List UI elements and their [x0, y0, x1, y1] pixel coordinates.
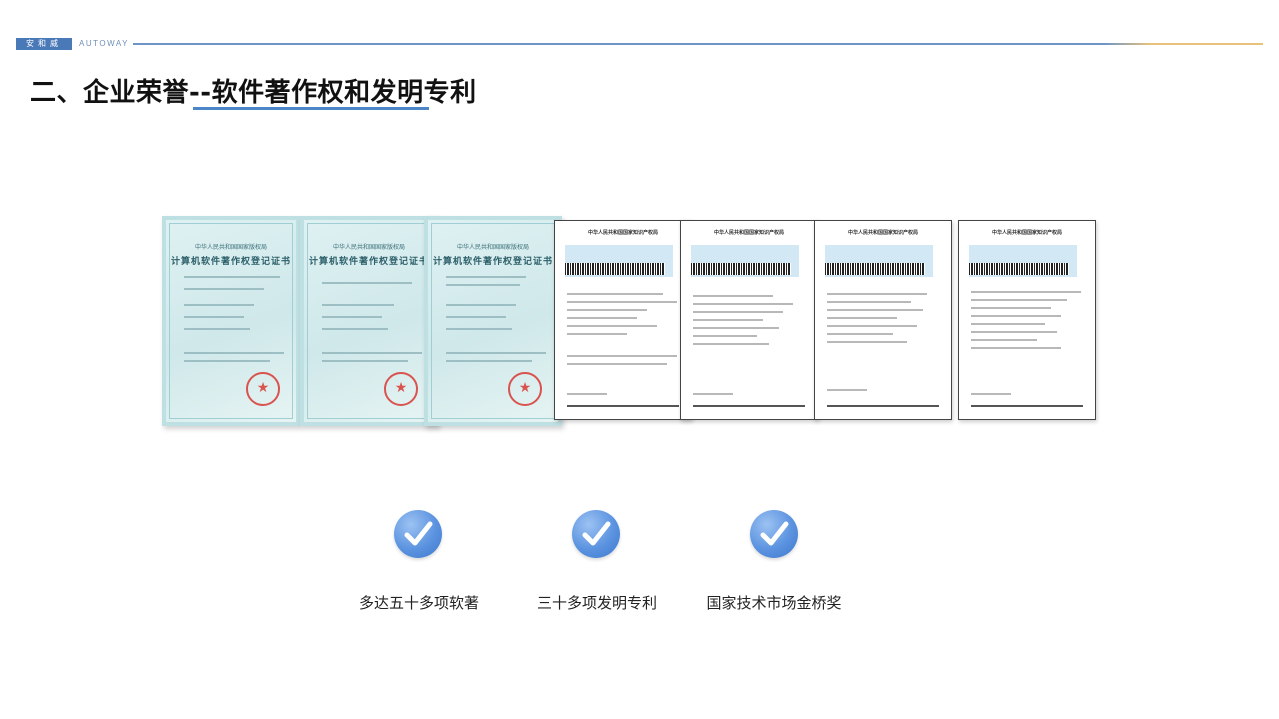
certificate-issuer: 中华人民共和国国家版权局	[194, 244, 267, 251]
barcode-icon	[691, 263, 791, 275]
feature-label-software-copyrights: 多达五十多项软著	[358, 594, 479, 612]
header-divider	[133, 43, 1263, 45]
software-certificate: 中华人民共和国国家版权局 计算机软件著作权登记证书	[162, 216, 300, 426]
feature-label-golden-bridge-award: 国家技术市场金桥奖	[706, 594, 842, 612]
certificate-name: 计算机软件著作权登记证书	[432, 257, 553, 267]
red-seal-icon	[384, 372, 418, 406]
page-title: 二、企业荣誉--软件著作权和发明专利	[30, 78, 477, 108]
feature-label-invention-patents: 三十多项发明专利	[536, 594, 657, 612]
barcode-icon	[825, 263, 925, 275]
brand-name: AUTOWAY	[79, 39, 129, 48]
check-icon	[394, 510, 442, 558]
patent-certificate: 中华人民共和国国家知识产权局	[680, 220, 818, 420]
barcode-icon	[565, 263, 665, 275]
certificate-name: 计算机软件著作权登记证书	[170, 257, 291, 267]
software-certificate: 中华人民共和国国家版权局 计算机软件著作权登记证书	[424, 216, 562, 426]
patent-issuer: 中华人民共和国国家知识产权局	[847, 230, 918, 236]
certificate-issuer: 中华人民共和国国家版权局	[332, 244, 405, 251]
patent-certificate: 中华人民共和国国家知识产权局	[554, 220, 692, 420]
check-icon	[750, 510, 798, 558]
software-certificate: 中华人民共和国国家版权局 计算机软件著作权登记证书	[300, 216, 438, 426]
title-underline	[193, 107, 429, 110]
red-seal-icon	[508, 372, 542, 406]
brand-tag: 安和威	[16, 38, 72, 50]
certificate-name: 计算机软件著作权登记证书	[308, 257, 429, 267]
patent-issuer: 中华人民共和国国家知识产权局	[713, 230, 784, 236]
check-icon	[572, 510, 620, 558]
certificate-issuer: 中华人民共和国国家版权局	[456, 244, 529, 251]
patent-issuer: 中华人民共和国国家知识产权局	[991, 230, 1062, 236]
patent-certificate: 中华人民共和国国家知识产权局	[814, 220, 952, 420]
red-seal-icon	[246, 372, 280, 406]
patent-certificate: 中华人民共和国国家知识产权局	[958, 220, 1096, 420]
barcode-icon	[969, 263, 1069, 275]
patent-issuer: 中华人民共和国国家知识产权局	[587, 230, 658, 236]
